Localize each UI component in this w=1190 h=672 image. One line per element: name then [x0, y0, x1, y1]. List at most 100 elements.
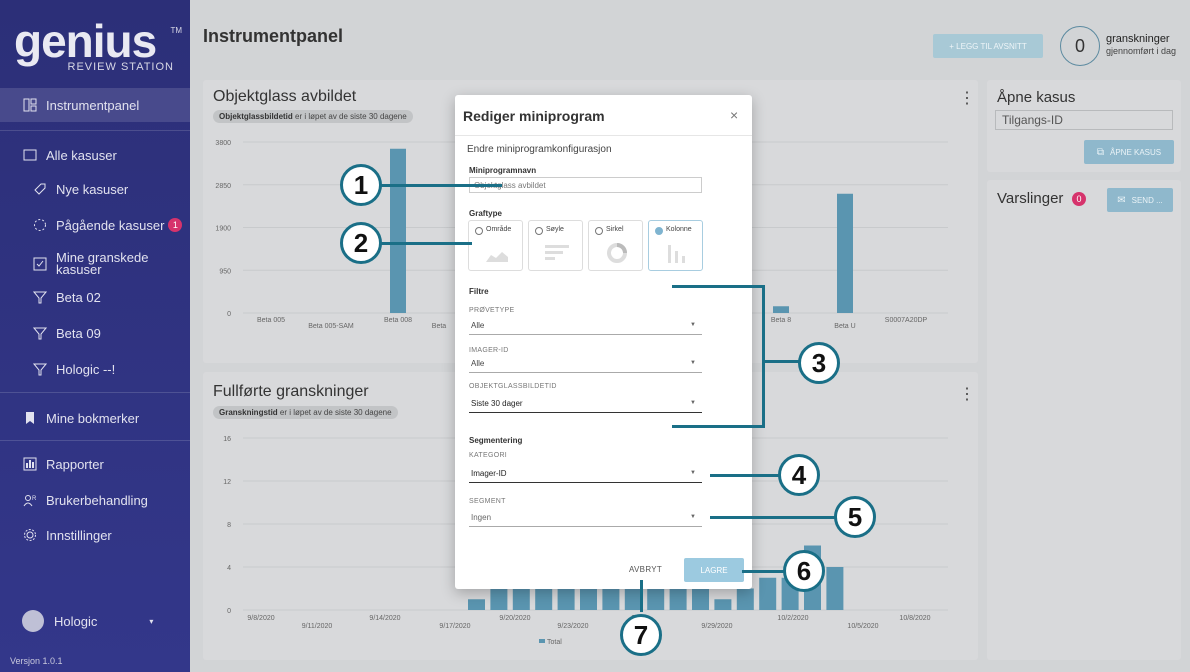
dialog-title: Rediger miniprogram	[463, 108, 605, 124]
callout-4: 4	[778, 454, 820, 496]
imager-id-label: IMAGER-ID	[469, 347, 509, 354]
segment-select[interactable]: Ingen ▼	[469, 513, 702, 527]
segmentation-label: Segmentering	[469, 436, 523, 445]
svg-text:R: R	[32, 496, 37, 502]
bar	[837, 193, 853, 313]
donut-chart-icon	[607, 243, 627, 263]
callout-line-4	[710, 474, 782, 477]
alerts-badge: 0	[1072, 192, 1086, 206]
external-link-icon: ⧉	[1096, 146, 1104, 158]
bar	[647, 588, 665, 610]
x-tick-label: 9/29/2020	[701, 623, 732, 630]
chevron-down-icon: ▾	[149, 616, 154, 626]
sidebar-item-bookmarks[interactable]: Mine bokmerker	[0, 401, 190, 435]
sample-type-select[interactable]: Alle ▼	[469, 321, 702, 335]
callout-line-1	[380, 184, 502, 187]
avatar	[22, 610, 44, 632]
category-select[interactable]: Imager-ID ▼	[469, 469, 702, 483]
bar	[557, 588, 575, 610]
sidebar-item-in-progress[interactable]: Pågående kasuser 1	[0, 208, 190, 242]
cancel-button[interactable]: AVBRYT	[629, 565, 662, 574]
sidebar-item-label: Mine bokmerker	[46, 410, 140, 426]
close-icon[interactable]: ×	[730, 107, 738, 123]
filter-icon	[32, 289, 48, 305]
sidebar-item-new-cases[interactable]: Nye kasuser	[0, 172, 190, 206]
sidebar-item-label: Instrumentpanel	[46, 97, 140, 113]
bar	[736, 588, 754, 610]
select-value: Imager-ID	[471, 469, 507, 478]
bar	[468, 599, 485, 610]
callout-line-3a	[672, 285, 764, 288]
sidebar-divider	[0, 130, 190, 131]
bar	[826, 567, 844, 610]
sidebar-item-my-reviewed[interactable]: Mine granskede kasuser	[0, 244, 190, 284]
y-tick-label: 16	[223, 436, 231, 443]
callout-6: 6	[783, 550, 825, 592]
x-tick-label: Beta 8	[771, 317, 791, 324]
sidebar-item-beta02[interactable]: Beta 02	[0, 280, 190, 314]
sidebar-item-beta09[interactable]: Beta 09	[0, 316, 190, 350]
folder-icon	[22, 147, 38, 163]
graph-type-column[interactable]: Kolonne	[648, 220, 703, 271]
page-title: Instrumentpanel	[203, 26, 344, 46]
sidebar-item-hologic[interactable]: Hologic --!	[0, 352, 190, 386]
sidebar-item-dashboard[interactable]: Instrumentpanel	[0, 88, 190, 122]
sidebar-item-reports[interactable]: Rapporter	[0, 447, 190, 481]
sidebar-item-all-cases[interactable]: Alle kasuser	[0, 138, 190, 172]
graph-type-pie[interactable]: Sirkel	[588, 220, 643, 271]
y-tick-label: 1900	[215, 226, 231, 233]
radio-pie[interactable]	[595, 227, 603, 235]
imager-id-select[interactable]: Alle ▼	[469, 359, 702, 373]
sidebar-item-label: Beta 02	[56, 289, 101, 305]
sidebar-item-label: Pågående kasuser	[56, 217, 165, 233]
save-button[interactable]: LAGRE	[684, 558, 744, 582]
review-count-label: granskninger gjennomført i dag	[1106, 33, 1176, 57]
logo-trademark: TM	[170, 26, 182, 35]
sidebar-item-settings[interactable]: Innstillinger	[0, 518, 190, 552]
bar	[535, 588, 553, 610]
x-tick-label: 10/8/2020	[899, 615, 930, 622]
radio-column[interactable]	[655, 227, 663, 235]
radio-bar[interactable]	[535, 227, 543, 235]
sidebar-item-label: Alle kasuser	[46, 147, 117, 163]
open-case-button[interactable]: ⧉ ÅPNE KASUS	[1084, 140, 1174, 164]
sidebar-item-label: Hologic --!	[56, 361, 116, 377]
genius-logo: genius TM REVIEW STATION	[14, 14, 182, 80]
radio-area[interactable]	[475, 227, 483, 235]
graph-type-bar[interactable]: Søyle	[528, 220, 583, 271]
widget-name-input[interactable]: Objektglass avbildet	[469, 177, 702, 193]
legend-swatch	[539, 639, 545, 643]
gear-icon	[22, 527, 38, 543]
bar	[692, 588, 709, 610]
x-tick-label: 9/20/2020	[499, 615, 530, 622]
graph-type-area[interactable]: Område	[468, 220, 523, 271]
send-button[interactable]: ✉ SEND ...	[1107, 188, 1173, 212]
alerts-title: Varslinger	[997, 190, 1064, 207]
x-tick-label: 9/8/2020	[247, 615, 274, 622]
access-id-input[interactable]: Tilgangs-ID	[995, 110, 1173, 130]
edit-widget-dialog: Rediger miniprogram × Endre miniprogramk…	[455, 95, 752, 589]
slide-image-time-select[interactable]: Siste 30 dager ▼	[469, 399, 702, 413]
chevron-down-icon: ▼	[690, 514, 696, 520]
graph-type-name: Område	[486, 226, 512, 233]
y-tick-label: 2850	[215, 183, 231, 190]
y-tick-label: 12	[223, 479, 231, 486]
y-tick-label: 8	[227, 522, 231, 529]
x-tick-label: Beta	[432, 323, 447, 330]
bar	[759, 577, 777, 610]
open-case-title: Åpne kasus	[997, 89, 1076, 106]
add-section-button[interactable]: + LEGG TIL AVSNITT	[933, 34, 1043, 58]
count-label: granskninger	[1106, 33, 1170, 45]
bar	[773, 306, 789, 313]
open-case-button-label: ÅPNE KASUS	[1110, 147, 1162, 157]
y-tick-label: 950	[219, 268, 231, 275]
x-tick-label: Beta 005-SAM	[308, 323, 354, 330]
sidebar-item-label: Rapporter	[46, 456, 104, 472]
user-menu[interactable]: Hologic ▾	[22, 610, 153, 632]
filter-icon	[32, 361, 48, 377]
bar	[490, 588, 508, 610]
sidebar-item-label: Nye kasuser	[56, 181, 129, 197]
chevron-down-icon: ▼	[690, 322, 696, 328]
sidebar-item-user-management[interactable]: R Brukerbehandling	[0, 483, 190, 517]
chevron-down-icon: ▼	[690, 400, 696, 406]
